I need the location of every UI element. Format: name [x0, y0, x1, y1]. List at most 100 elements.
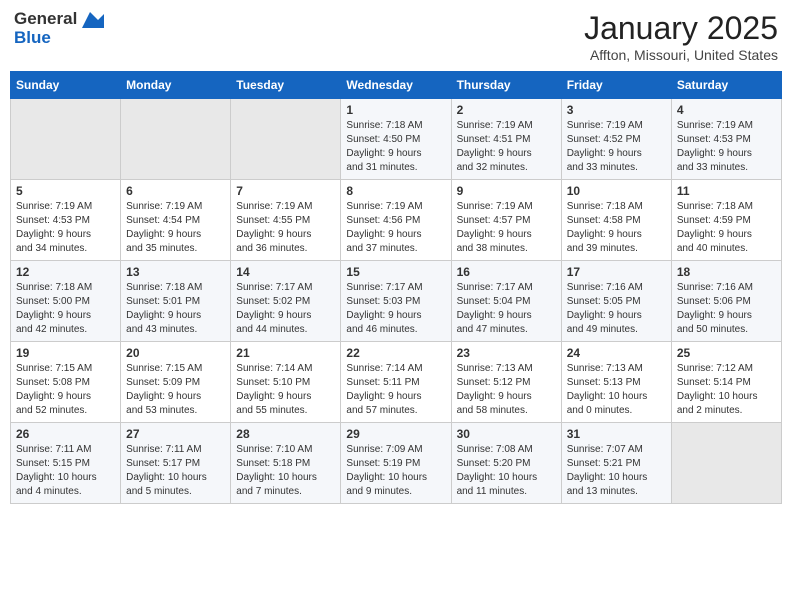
- day-info: Sunrise: 7:14 AM Sunset: 5:11 PM Dayligh…: [346, 362, 445, 418]
- logo-icon: [82, 12, 104, 28]
- day-cell: 2Sunrise: 7:19 AM Sunset: 4:51 PM Daylig…: [451, 99, 561, 180]
- day-cell: 4Sunrise: 7:19 AM Sunset: 4:53 PM Daylig…: [671, 99, 781, 180]
- day-number: 1: [346, 103, 445, 117]
- weekday-header-sunday: Sunday: [11, 72, 121, 99]
- day-number: 13: [126, 265, 225, 279]
- day-info: Sunrise: 7:19 AM Sunset: 4:56 PM Dayligh…: [346, 200, 445, 256]
- day-number: 18: [677, 265, 776, 279]
- day-info: Sunrise: 7:18 AM Sunset: 5:01 PM Dayligh…: [126, 281, 225, 337]
- day-cell: 20 Sunrise: 7:15 AM Sunset: 5:09 PM Dayli…: [121, 342, 231, 423]
- day-number: 23: [457, 346, 556, 360]
- day-info: Sunrise: 7:19 AM Sunset: 4:54 PM Dayligh…: [126, 200, 225, 256]
- weekday-header-row: SundayMondayTuesdayWednesdayThursdayFrid…: [11, 72, 782, 99]
- weekday-header-monday: Monday: [121, 72, 231, 99]
- weekday-header-saturday: Saturday: [671, 72, 781, 99]
- day-info: Sunrise: 7:19 AM Sunset: 4:52 PM Dayligh…: [567, 119, 666, 175]
- day-info: Sunrise: 7:13 AM Sunset: 5:13 PM Dayligh…: [567, 362, 666, 418]
- day-cell: 26 Sunrise: 7:11 AM Sunset: 5:15 PM Dayli…: [11, 423, 121, 504]
- day-number: 15: [346, 265, 445, 279]
- day-cell: 24Sunrise: 7:13 AM Sunset: 5:13 PM Dayli…: [561, 342, 671, 423]
- day-cell: 19Sunrise: 7:15 AM Sunset: 5:08 PM Dayli…: [11, 342, 121, 423]
- day-cell: 14 Sunrise: 7:17 AM Sunset: 5:02 PM Dayli…: [231, 261, 341, 342]
- day-info: Sunrise: 7:11 AM Sunset: 5:17 PM Dayligh…: [126, 443, 225, 499]
- day-info: Sunrise: 7:18 AM Sunset: 4:59 PM Dayligh…: [677, 200, 776, 256]
- day-cell: 16 Sunrise: 7:17 AM Sunset: 5:04 PM Dayli…: [451, 261, 561, 342]
- day-number: 16: [457, 265, 556, 279]
- day-info: Sunrise: 7:17 AM Sunset: 5:03 PM Dayligh…: [346, 281, 445, 337]
- day-number: 30: [457, 427, 556, 441]
- day-number: 9: [457, 184, 556, 198]
- day-cell: 21Sunrise: 7:14 AM Sunset: 5:10 PM Dayli…: [231, 342, 341, 423]
- day-number: 31: [567, 427, 666, 441]
- day-cell: 31 Sunrise: 7:07 AM Sunset: 5:21 PM Dayli…: [561, 423, 671, 504]
- day-cell: 15 Sunrise: 7:17 AM Sunset: 5:03 PM Dayli…: [341, 261, 451, 342]
- day-number: 20: [126, 346, 225, 360]
- day-info: Sunrise: 7:19 AM Sunset: 4:55 PM Dayligh…: [236, 200, 335, 256]
- week-row-2: 5Sunrise: 7:19 AM Sunset: 4:53 PM Daylig…: [11, 180, 782, 261]
- day-info: Sunrise: 7:18 AM Sunset: 4:58 PM Dayligh…: [567, 200, 666, 256]
- month-title: January 2025: [584, 10, 778, 47]
- logo-blue: Blue: [14, 29, 104, 48]
- day-number: 12: [16, 265, 115, 279]
- title-section: January 2025 Affton, Missouri, United St…: [584, 10, 778, 63]
- day-cell: 17Sunrise: 7:16 AM Sunset: 5:05 PM Dayli…: [561, 261, 671, 342]
- day-number: 8: [346, 184, 445, 198]
- day-info: Sunrise: 7:17 AM Sunset: 5:04 PM Dayligh…: [457, 281, 556, 337]
- day-cell: 12 Sunrise: 7:18 AM Sunset: 5:00 PM Dayli…: [11, 261, 121, 342]
- week-row-1: 1 Sunrise: 7:18 AM Sunset: 4:50 PM Daylig…: [11, 99, 782, 180]
- location: Affton, Missouri, United States: [584, 47, 778, 63]
- week-row-3: 12 Sunrise: 7:18 AM Sunset: 5:00 PM Dayli…: [11, 261, 782, 342]
- day-info: Sunrise: 7:09 AM Sunset: 5:19 PM Dayligh…: [346, 443, 445, 499]
- week-row-5: 26 Sunrise: 7:11 AM Sunset: 5:15 PM Dayli…: [11, 423, 782, 504]
- day-number: 25: [677, 346, 776, 360]
- weekday-header-friday: Friday: [561, 72, 671, 99]
- day-cell: 30 Sunrise: 7:08 AM Sunset: 5:20 PM Dayli…: [451, 423, 561, 504]
- weekday-header-wednesday: Wednesday: [341, 72, 451, 99]
- day-cell: 7 Sunrise: 7:19 AM Sunset: 4:55 PM Daylig…: [231, 180, 341, 261]
- day-info: Sunrise: 7:08 AM Sunset: 5:20 PM Dayligh…: [457, 443, 556, 499]
- day-number: 4: [677, 103, 776, 117]
- day-number: 22: [346, 346, 445, 360]
- page-header: General Blue January 2025 Affton, Missou…: [10, 10, 782, 63]
- day-cell: 8 Sunrise: 7:19 AM Sunset: 4:56 PM Daylig…: [341, 180, 451, 261]
- day-info: Sunrise: 7:16 AM Sunset: 5:05 PM Dayligh…: [567, 281, 666, 337]
- day-number: 5: [16, 184, 115, 198]
- day-number: 14: [236, 265, 335, 279]
- weekday-header-tuesday: Tuesday: [231, 72, 341, 99]
- day-number: 2: [457, 103, 556, 117]
- day-info: Sunrise: 7:10 AM Sunset: 5:18 PM Dayligh…: [236, 443, 335, 499]
- day-cell: 25 Sunrise: 7:12 AM Sunset: 5:14 PM Dayli…: [671, 342, 781, 423]
- day-number: 29: [346, 427, 445, 441]
- day-cell: 9 Sunrise: 7:19 AM Sunset: 4:57 PM Daylig…: [451, 180, 561, 261]
- day-info: Sunrise: 7:18 AM Sunset: 4:50 PM Dayligh…: [346, 119, 445, 175]
- day-cell: 6Sunrise: 7:19 AM Sunset: 4:54 PM Daylig…: [121, 180, 231, 261]
- day-cell: [121, 99, 231, 180]
- day-info: Sunrise: 7:12 AM Sunset: 5:14 PM Dayligh…: [677, 362, 776, 418]
- calendar-table: SundayMondayTuesdayWednesdayThursdayFrid…: [10, 71, 782, 504]
- day-info: Sunrise: 7:18 AM Sunset: 5:00 PM Dayligh…: [16, 281, 115, 337]
- day-cell: 28Sunrise: 7:10 AM Sunset: 5:18 PM Dayli…: [231, 423, 341, 504]
- day-cell: 18 Sunrise: 7:16 AM Sunset: 5:06 PM Dayli…: [671, 261, 781, 342]
- day-info: Sunrise: 7:07 AM Sunset: 5:21 PM Dayligh…: [567, 443, 666, 499]
- day-info: Sunrise: 7:17 AM Sunset: 5:02 PM Dayligh…: [236, 281, 335, 337]
- day-number: 7: [236, 184, 335, 198]
- day-cell: 5Sunrise: 7:19 AM Sunset: 4:53 PM Daylig…: [11, 180, 121, 261]
- day-info: Sunrise: 7:16 AM Sunset: 5:06 PM Dayligh…: [677, 281, 776, 337]
- day-info: Sunrise: 7:13 AM Sunset: 5:12 PM Dayligh…: [457, 362, 556, 418]
- day-cell: 11 Sunrise: 7:18 AM Sunset: 4:59 PM Dayli…: [671, 180, 781, 261]
- day-info: Sunrise: 7:15 AM Sunset: 5:08 PM Dayligh…: [16, 362, 115, 418]
- day-cell: 22 Sunrise: 7:14 AM Sunset: 5:11 PM Dayli…: [341, 342, 451, 423]
- day-cell: [231, 99, 341, 180]
- day-cell: 3Sunrise: 7:19 AM Sunset: 4:52 PM Daylig…: [561, 99, 671, 180]
- logo-general: General: [14, 10, 104, 29]
- weekday-header-thursday: Thursday: [451, 72, 561, 99]
- day-info: Sunrise: 7:11 AM Sunset: 5:15 PM Dayligh…: [16, 443, 115, 499]
- day-info: Sunrise: 7:15 AM Sunset: 5:09 PM Dayligh…: [126, 362, 225, 418]
- day-number: 11: [677, 184, 776, 198]
- logo: General Blue: [14, 10, 104, 47]
- day-number: 26: [16, 427, 115, 441]
- day-cell: 29 Sunrise: 7:09 AM Sunset: 5:19 PM Dayli…: [341, 423, 451, 504]
- day-cell: [11, 99, 121, 180]
- day-info: Sunrise: 7:19 AM Sunset: 4:57 PM Dayligh…: [457, 200, 556, 256]
- day-number: 10: [567, 184, 666, 198]
